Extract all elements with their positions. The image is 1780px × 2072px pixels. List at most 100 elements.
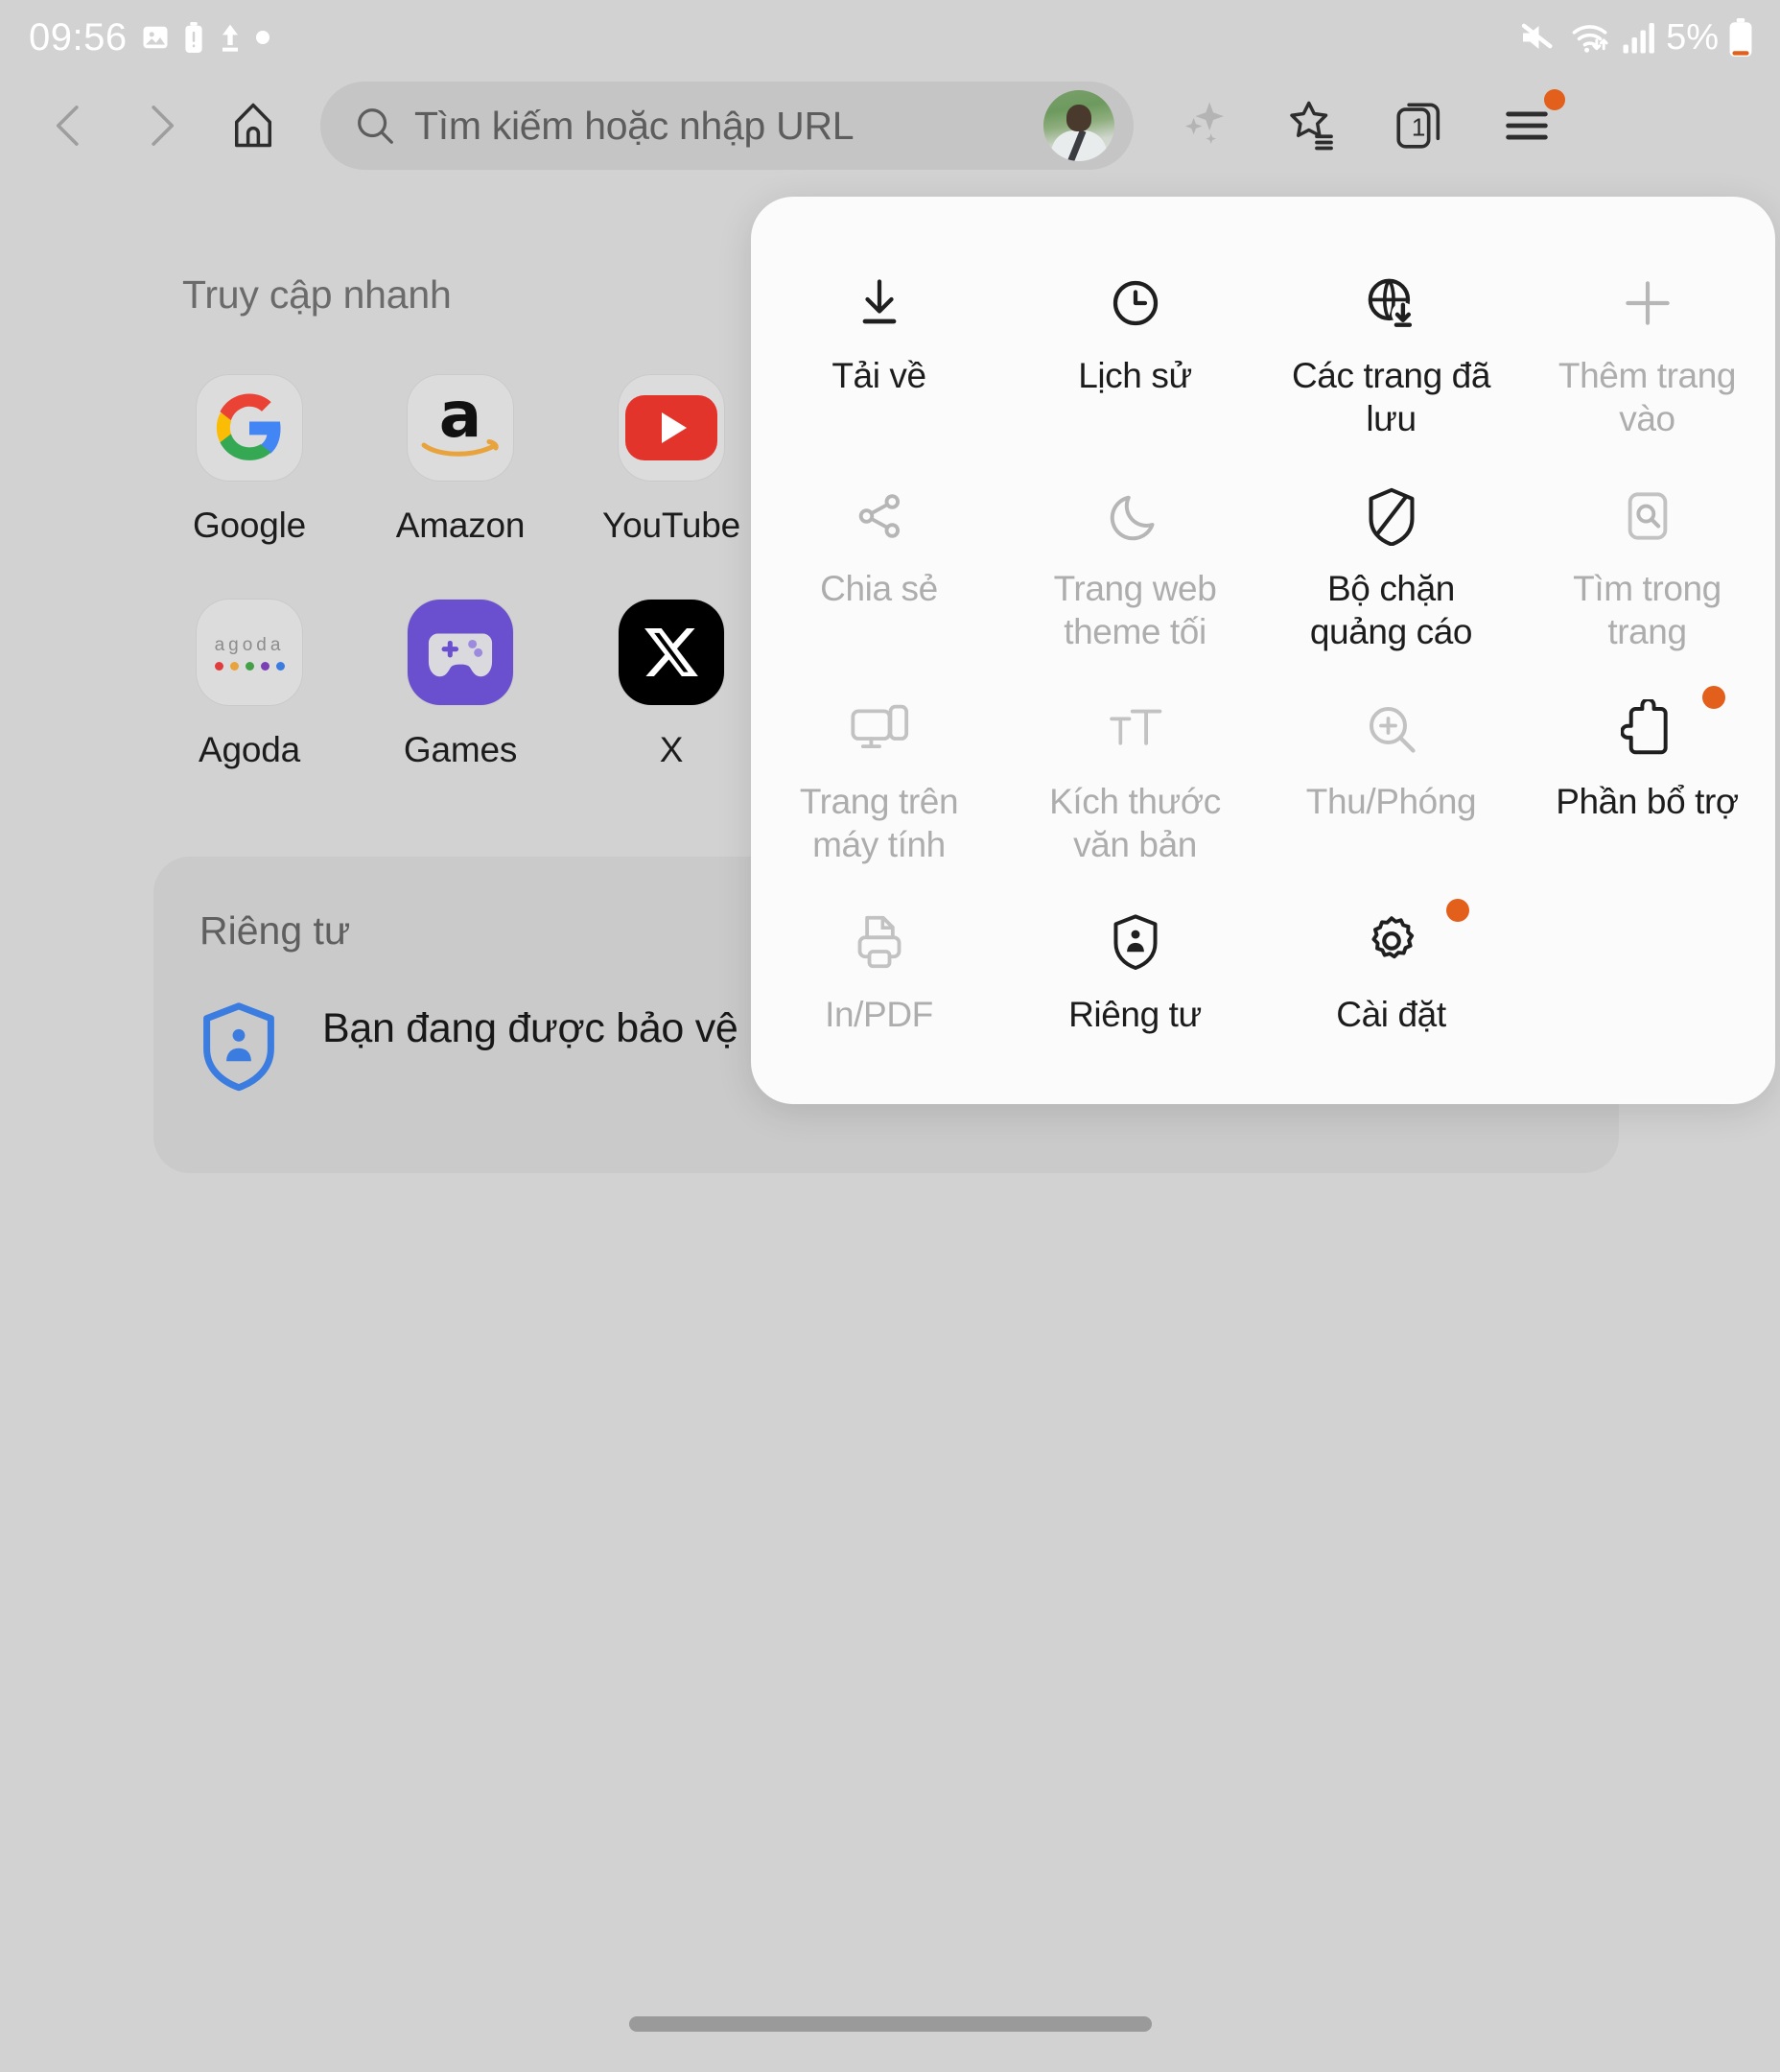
menu-item-extensions[interactable]: Phần bổ trợ bbox=[1519, 672, 1775, 885]
desktop-site-icon bbox=[850, 694, 909, 765]
home-gesture-pill[interactable] bbox=[628, 2016, 1152, 2032]
bookmarks-star-icon bbox=[1283, 97, 1341, 154]
url-input-placeholder[interactable]: Tìm kiếm hoặc nhập URL bbox=[414, 104, 1036, 149]
chevron-left-icon bbox=[43, 100, 95, 152]
menu-grid: Tải về Lịch sử Các trang đã lưu Thêm tra… bbox=[751, 247, 1775, 1098]
menu-item-history[interactable]: Lịch sử bbox=[1007, 247, 1263, 459]
main-menu-button[interactable] bbox=[1473, 78, 1581, 174]
shortcut-tile bbox=[619, 375, 724, 481]
forward-button[interactable] bbox=[115, 80, 207, 172]
battery-low-icon bbox=[1728, 18, 1753, 57]
menu-item-text-size[interactable]: Kích thước văn bản bbox=[1007, 672, 1263, 885]
menu-item-label: Lịch sử bbox=[1078, 356, 1192, 395]
shortcut-tile bbox=[619, 600, 724, 705]
shortcut-label: Games bbox=[403, 730, 518, 769]
menu-item-label: Thu/Phóng bbox=[1305, 782, 1477, 821]
avatar[interactable] bbox=[1043, 90, 1114, 161]
status-bar: 09:56 5% bbox=[0, 0, 1780, 75]
menu-item-print-pdf[interactable]: In/PDF bbox=[751, 885, 1007, 1098]
url-bar[interactable]: Tìm kiếm hoặc nhập URL bbox=[320, 82, 1134, 170]
google-logo-icon bbox=[214, 392, 285, 463]
history-clock-icon bbox=[1107, 268, 1164, 339]
menu-item-privacy[interactable]: Riêng tư bbox=[1007, 885, 1263, 1098]
menu-item-zoom[interactable]: Thu/Phóng bbox=[1263, 672, 1519, 885]
menu-item-label: Trang web theme tối bbox=[1053, 569, 1217, 652]
menu-item-dark-theme[interactable]: Trang web theme tối bbox=[1007, 459, 1263, 672]
status-clock: 09:56 bbox=[29, 16, 128, 59]
back-button[interactable] bbox=[23, 80, 115, 172]
menu-item-label: Tải về bbox=[831, 356, 926, 395]
image-icon bbox=[141, 23, 170, 52]
menu-item-label: Riêng tư bbox=[1068, 995, 1202, 1034]
saved-pages-globe-icon bbox=[1362, 268, 1421, 339]
toolbar-actions: 1 bbox=[1151, 78, 1581, 174]
shortcut-agoda[interactable]: agoda Agoda bbox=[144, 600, 355, 770]
ad-blocker-shield-icon bbox=[1364, 481, 1419, 552]
shortcut-tile bbox=[197, 375, 302, 481]
dot-icon bbox=[255, 31, 269, 44]
youtube-logo-icon bbox=[625, 395, 717, 460]
menu-item-label: In/PDF bbox=[825, 995, 933, 1034]
extensions-badge bbox=[1702, 686, 1725, 709]
shortcut-x[interactable]: X bbox=[566, 600, 777, 770]
menu-item-find-in-page[interactable]: Tìm trong trang bbox=[1519, 459, 1775, 672]
download-icon bbox=[851, 268, 908, 339]
menu-item-label: Trang trên máy tính bbox=[799, 782, 959, 865]
shortcut-label: Agoda bbox=[199, 730, 300, 769]
moon-icon bbox=[1107, 481, 1164, 552]
shortcut-games[interactable]: Games bbox=[355, 600, 566, 770]
games-logo-icon bbox=[427, 625, 494, 679]
menu-item-desktop-site[interactable]: Trang trên máy tính bbox=[751, 672, 1007, 885]
ai-sparkle-button[interactable] bbox=[1151, 78, 1258, 174]
sparkle-icon bbox=[1175, 96, 1234, 155]
browser-options-popup: Tải về Lịch sử Các trang đã lưu Thêm tra… bbox=[751, 197, 1775, 1104]
shortcut-label: Amazon bbox=[395, 506, 526, 545]
zoom-magnifier-icon bbox=[1363, 694, 1420, 765]
shortcut-google[interactable]: Google bbox=[144, 375, 355, 546]
shortcut-amazon[interactable]: a Amazon bbox=[355, 375, 566, 546]
battery-percent-label: 5% bbox=[1666, 17, 1719, 58]
battery-alert-icon bbox=[183, 22, 204, 53]
menu-item-label: Bộ chặn quảng cáo bbox=[1309, 569, 1473, 652]
find-in-page-icon bbox=[1620, 481, 1675, 552]
mute-icon bbox=[1520, 20, 1560, 55]
share-icon bbox=[852, 481, 907, 552]
menu-item-share[interactable]: Chia sẻ bbox=[751, 459, 1007, 672]
menu-notification-badge bbox=[1544, 89, 1565, 110]
tabs-button[interactable]: 1 bbox=[1366, 78, 1473, 174]
menu-item-settings[interactable]: Cài đặt bbox=[1263, 885, 1519, 1098]
plus-icon bbox=[1618, 268, 1677, 339]
home-icon bbox=[226, 99, 280, 153]
amazon-logo-icon: a bbox=[419, 384, 502, 464]
menu-item-label: Các trang đã lưu bbox=[1291, 356, 1491, 439]
x-logo-icon bbox=[642, 623, 701, 682]
upload-arrow-icon bbox=[218, 22, 243, 53]
menu-item-saved-pages[interactable]: Các trang đã lưu bbox=[1263, 247, 1519, 459]
browser-toolbar: Tìm kiếm hoặc nhập URL 1 bbox=[0, 75, 1780, 177]
tab-count-label: 1 bbox=[1411, 112, 1426, 142]
status-bar-right: 5% bbox=[1520, 18, 1753, 57]
agoda-logo-icon: agoda bbox=[214, 635, 285, 671]
text-size-icon bbox=[1107, 694, 1164, 765]
menu-item-label: Tìm trong trang bbox=[1573, 569, 1721, 652]
system-navigation-bar bbox=[0, 1976, 1780, 2072]
settings-gear-icon bbox=[1362, 906, 1421, 977]
extensions-puzzle-icon bbox=[1620, 694, 1675, 765]
menu-item-label: Kích thước văn bản bbox=[1049, 782, 1221, 865]
home-button[interactable] bbox=[207, 80, 299, 172]
shortcut-tile: a bbox=[408, 375, 513, 481]
menu-item-label: Phần bổ trợ bbox=[1556, 782, 1739, 821]
menu-item-label: Cài đặt bbox=[1336, 995, 1446, 1034]
privacy-shield-icon bbox=[1109, 906, 1162, 977]
search-icon bbox=[353, 104, 397, 148]
shortcut-label: X bbox=[659, 730, 684, 769]
bookmarks-button[interactable] bbox=[1258, 78, 1366, 174]
menu-item-ad-blocker[interactable]: Bộ chặn quảng cáo bbox=[1263, 459, 1519, 672]
print-icon bbox=[852, 906, 907, 977]
privacy-shield-icon bbox=[199, 1001, 278, 1093]
menu-item-downloads[interactable]: Tải về bbox=[751, 247, 1007, 459]
shortcut-youtube[interactable]: YouTube bbox=[566, 375, 777, 546]
privacy-card-title: Riêng tư bbox=[199, 908, 351, 953]
menu-item-add-page[interactable]: Thêm trang vào bbox=[1519, 247, 1775, 459]
status-bar-left: 09:56 bbox=[29, 18, 269, 57]
